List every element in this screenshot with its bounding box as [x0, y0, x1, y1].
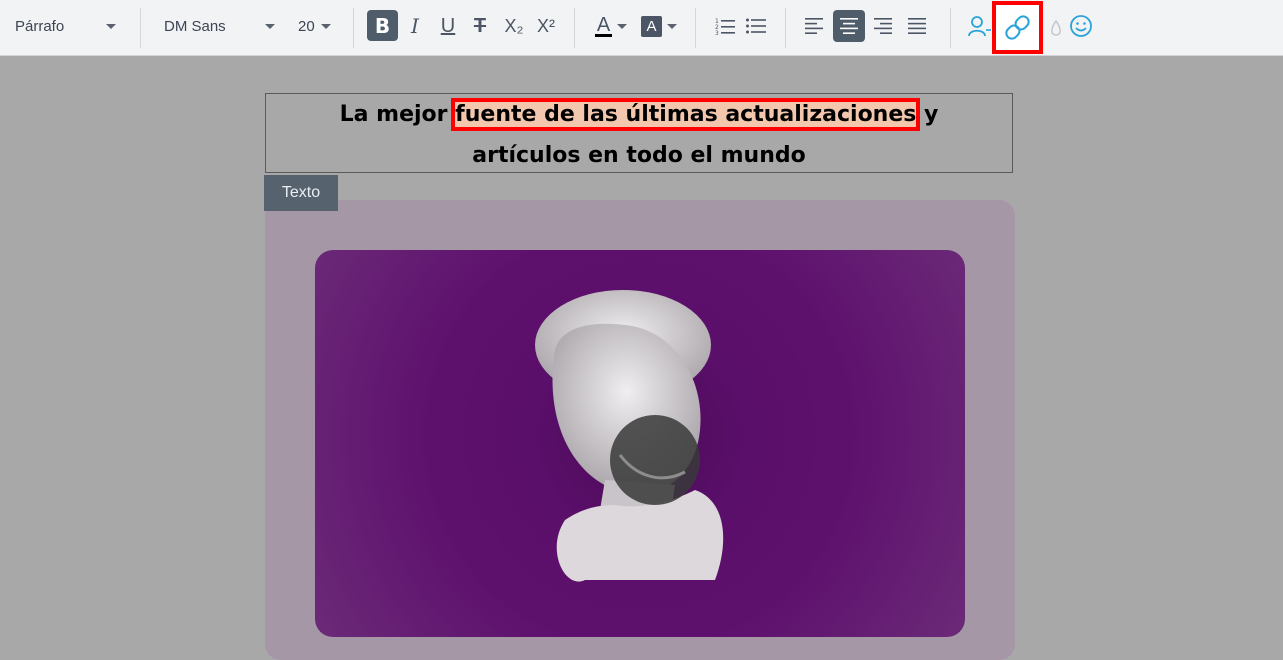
italic-icon: I: [411, 14, 419, 38]
underline-icon: U: [440, 14, 456, 37]
block-type-tag[interactable]: Texto: [264, 175, 338, 211]
strikethrough-icon: T: [473, 14, 487, 37]
selected-text-highlight[interactable]: fuente de las últimas actualizaciones: [451, 98, 921, 131]
bullet-list-icon: [746, 18, 766, 34]
toolbar-divider: [353, 8, 354, 48]
svg-text:3: 3: [715, 30, 719, 35]
font-size-select[interactable]: 20: [298, 0, 332, 52]
chevron-down-icon: [265, 23, 275, 29]
subscript-button[interactable]: X₂: [498, 10, 530, 42]
toolbar-divider: [785, 8, 786, 48]
emoji-icon: [1070, 15, 1092, 37]
ordered-list-icon: 1 2 3: [715, 18, 735, 35]
ordered-list-button[interactable]: 1 2 3: [709, 10, 741, 42]
bold-button[interactable]: B: [367, 10, 398, 41]
align-right-icon: [874, 18, 892, 34]
headline-line-1: La mejor fuente de las últimas actualiza…: [266, 94, 1012, 135]
statue-image[interactable]: [315, 250, 965, 637]
emoji-button[interactable]: [1065, 10, 1097, 42]
bullet-list-button[interactable]: [740, 10, 772, 42]
text-color-swatch: [595, 33, 612, 37]
font-size-label: 20: [298, 17, 315, 35]
toolbar-divider: [950, 8, 951, 48]
headline-text-start: La mejor: [339, 102, 456, 127]
align-left-button[interactable]: [798, 10, 830, 42]
align-justify-button[interactable]: [901, 10, 933, 42]
align-center-icon: [840, 18, 858, 34]
user-icon: [968, 16, 991, 37]
superscript-button[interactable]: X²: [530, 10, 562, 42]
chevron-down-icon: [667, 23, 677, 29]
italic-button[interactable]: I: [399, 10, 431, 42]
underline-button[interactable]: U: [432, 10, 464, 42]
headline-text-block[interactable]: La mejor fuente de las últimas actualiza…: [265, 93, 1013, 173]
link-icon: [1005, 15, 1030, 40]
font-family-label: DM Sans: [164, 17, 226, 35]
superscript-icon: X²: [537, 15, 555, 36]
headline-text-end: y: [916, 102, 939, 127]
chevron-down-icon: [617, 23, 627, 29]
statue-bust-illustration: [535, 290, 724, 582]
strikethrough-button[interactable]: T: [464, 10, 496, 42]
bold-icon: B: [374, 13, 391, 38]
chevron-down-icon: [320, 23, 331, 29]
toolbar-divider: [140, 8, 141, 48]
align-justify-icon: [908, 18, 926, 34]
text-color-icon: A: [595, 13, 612, 37]
align-right-button[interactable]: [867, 10, 899, 42]
paragraph-style-label: Párrafo: [15, 17, 65, 35]
font-family-select[interactable]: DM Sans: [164, 0, 279, 52]
unlink-icon: [1051, 19, 1061, 36]
headline-line-2: artículos en todo el mundo: [472, 143, 806, 168]
highlight-color-icon: A: [641, 15, 662, 37]
text-color-glyph: A: [596, 13, 611, 36]
text-color-button[interactable]: A: [590, 10, 632, 42]
align-center-button[interactable]: [833, 10, 865, 42]
editor-toolbar: Párrafo DM Sans 20 B I U T X₂ X² A A 1 2…: [0, 0, 1283, 56]
insert-link-button[interactable]: [992, 1, 1043, 54]
chevron-down-icon: [106, 23, 116, 29]
subscript-icon: X₂: [504, 15, 524, 36]
highlight-color-button[interactable]: A: [638, 10, 680, 42]
paragraph-style-select[interactable]: Párrafo: [15, 0, 120, 52]
toolbar-divider: [695, 8, 696, 48]
toolbar-divider: [574, 8, 575, 48]
align-left-icon: [805, 18, 823, 34]
